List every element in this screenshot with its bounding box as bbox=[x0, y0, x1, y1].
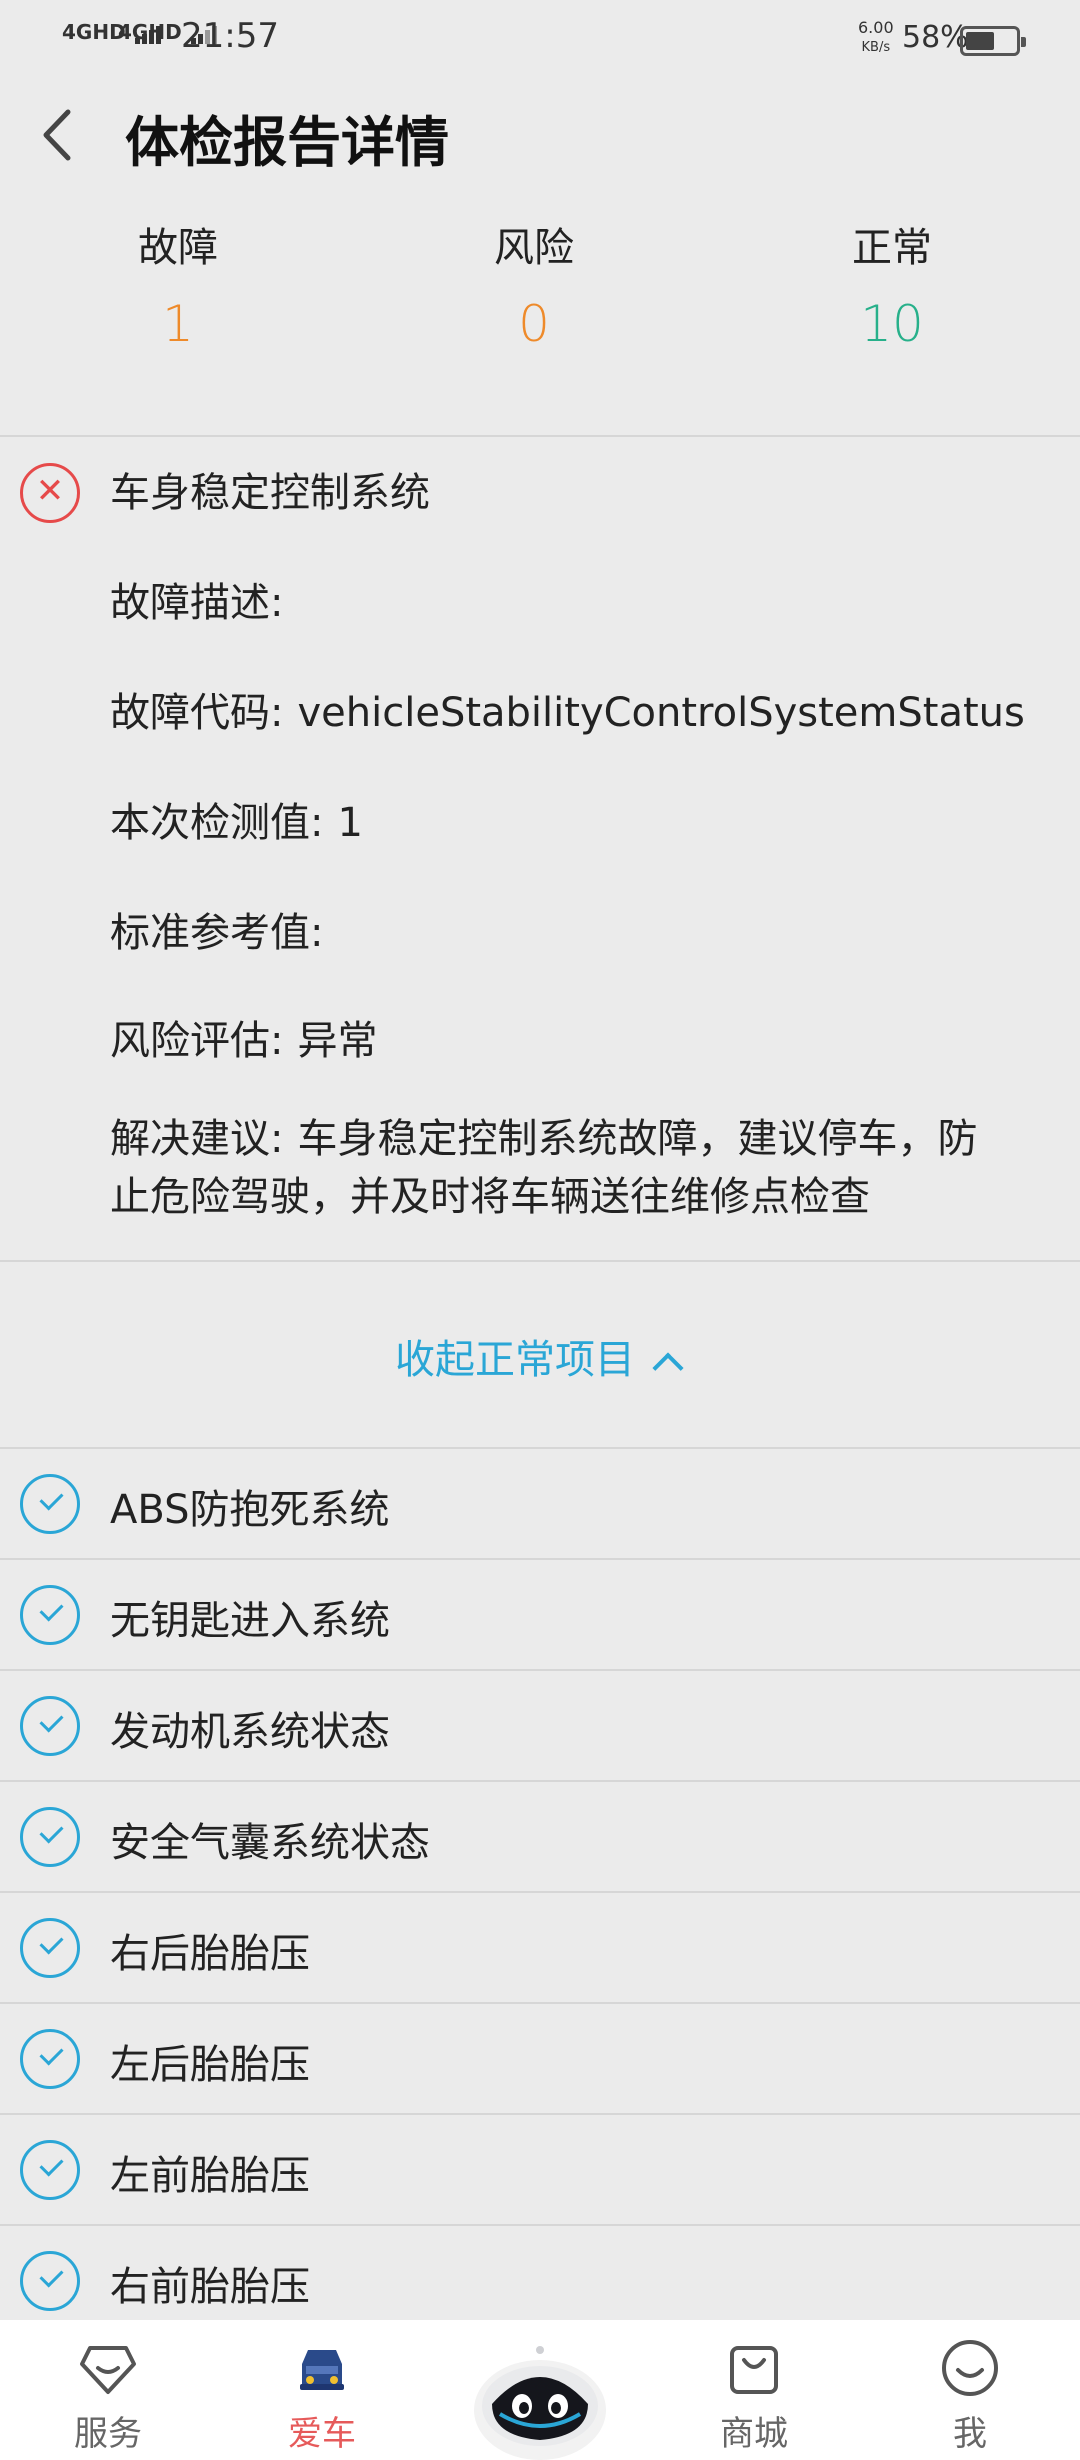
battery-percent: 58% bbox=[902, 20, 969, 55]
measured-value-label: 本次检测值: bbox=[110, 800, 324, 846]
list-item[interactable]: 安全气囊系统状态 bbox=[0, 1780, 1080, 1891]
nav-car-label: 爱车 bbox=[288, 2414, 356, 2454]
nav-service-label: 服务 bbox=[74, 2414, 142, 2454]
check-icon bbox=[20, 2140, 80, 2200]
clock: 21:57 bbox=[181, 16, 279, 56]
fault-error-icon: ✕ bbox=[20, 463, 80, 523]
check-icon bbox=[20, 1696, 80, 1756]
smile-profile-icon bbox=[942, 2340, 998, 2396]
fault-count: 1 bbox=[162, 295, 194, 353]
summary-normal: 正常 10 bbox=[792, 215, 992, 353]
solution-advice-label: 解决建议: bbox=[110, 1116, 284, 1162]
net-speed: 6.00 KB/s bbox=[858, 18, 894, 58]
fault-code: 故障代码: vehicleStabilityControlSystemStatus bbox=[110, 680, 1025, 738]
list-item-label: 安全气囊系统状态 bbox=[110, 1820, 430, 1866]
status-bar: 4GHD 4GHD 21:57 6.00 KB/s 58% bbox=[0, 0, 1080, 80]
risk-assessment-label: 风险评估: bbox=[110, 1018, 284, 1064]
back-arrow-icon bbox=[43, 109, 71, 161]
list-item[interactable]: 右前胎胎压 bbox=[0, 2224, 1080, 2335]
list-item[interactable]: 左前胎胎压 bbox=[0, 2113, 1080, 2224]
check-icon bbox=[20, 1585, 80, 1645]
fault-label: 故障 bbox=[138, 225, 218, 271]
list-item-label: ABS防抱死系统 bbox=[110, 1487, 390, 1533]
reference-value-label: 标准参考值: bbox=[110, 910, 324, 956]
check-icon bbox=[20, 1807, 80, 1867]
page-title: 体检报告详情 bbox=[125, 111, 449, 174]
list-item[interactable]: 右后胎胎压 bbox=[0, 1891, 1080, 2002]
risk-assessment: 风险评估: 异常 bbox=[110, 1008, 377, 1066]
check-icon bbox=[20, 1918, 80, 1978]
fault-description-label: 故障描述: bbox=[110, 580, 284, 626]
check-icon bbox=[20, 1474, 80, 1534]
list-item-label: 左后胎胎压 bbox=[110, 2042, 310, 2088]
reference-value: 标准参考值: bbox=[110, 900, 323, 958]
nav-me[interactable]: 我 bbox=[900, 2320, 1040, 2460]
list-item-label: 左前胎胎压 bbox=[110, 2153, 310, 2199]
bottom-nav: 服务 爱车 商城 我 bbox=[0, 2320, 1080, 2460]
summary-fault: 故障 1 bbox=[78, 215, 278, 353]
back-button[interactable] bbox=[30, 100, 90, 170]
car-icon bbox=[300, 2350, 344, 2390]
nav-mall-label: 商城 bbox=[720, 2414, 788, 2454]
shopping-bag-icon bbox=[730, 2346, 778, 2394]
header: 体检报告详情 bbox=[0, 80, 1080, 190]
nav-service[interactable]: 服务 bbox=[38, 2320, 178, 2460]
list-item-label: 右后胎胎压 bbox=[110, 1931, 310, 1977]
risk-label: 风险 bbox=[494, 225, 574, 271]
fault-description: 故障描述: bbox=[110, 570, 283, 628]
list-item-label: 右前胎胎压 bbox=[110, 2264, 310, 2310]
net-speed-unit: KB/s bbox=[861, 40, 891, 55]
check-icon bbox=[20, 2029, 80, 2089]
chevron-up-icon bbox=[652, 1352, 684, 1384]
list-item[interactable]: 左后胎胎压 bbox=[0, 2002, 1080, 2113]
list-item-label: 无钥匙进入系统 bbox=[110, 1598, 390, 1644]
service-icon bbox=[80, 2346, 136, 2394]
normal-label: 正常 bbox=[852, 225, 932, 271]
summary: 故障 1 风险 0 正常 10 bbox=[0, 215, 1080, 365]
nav-me-label: 我 bbox=[953, 2414, 987, 2454]
list-item[interactable]: 无钥匙进入系统 bbox=[0, 1558, 1080, 1669]
robot-icon bbox=[474, 2346, 606, 2460]
list-item[interactable]: 发动机系统状态 bbox=[0, 1669, 1080, 1780]
battery-icon bbox=[960, 26, 1026, 56]
nav-car[interactable]: 爱车 bbox=[252, 2320, 392, 2460]
solution-advice: 解决建议: 车身稳定控制系统故障，建议停车，防止危险驾驶，并及时将车辆送往维修点检… bbox=[110, 1110, 990, 1226]
assistant-robot-button[interactable] bbox=[470, 2340, 610, 2460]
collapse-label: 收起正常项目 bbox=[395, 1337, 635, 1383]
net-speed-value: 6.00 bbox=[858, 18, 894, 37]
list-item[interactable]: ABS防抱死系统 bbox=[0, 1447, 1080, 1558]
divider bbox=[0, 435, 1080, 437]
summary-risk: 风险 0 bbox=[434, 215, 634, 353]
fault-title: 车身稳定控制系统 bbox=[110, 470, 430, 516]
signal-2-label: 4GHD bbox=[118, 20, 182, 44]
measured-value-text: 1 bbox=[337, 800, 363, 846]
check-icon bbox=[20, 2251, 80, 2311]
collapse-section: 收起正常项目 bbox=[0, 1262, 1080, 1447]
screen: 4GHD 4GHD 21:57 6.00 KB/s 58% 体检报告详情 故障 bbox=[0, 0, 1080, 2460]
fault-code-label: 故障代码: bbox=[110, 690, 284, 736]
measured-value: 本次检测值: 1 bbox=[110, 790, 363, 848]
nav-mall[interactable]: 商城 bbox=[684, 2320, 824, 2460]
risk-count: 0 bbox=[518, 295, 550, 353]
signal-1-label: 4GHD bbox=[62, 20, 126, 44]
list-item-label: 发动机系统状态 bbox=[110, 1709, 390, 1755]
risk-assessment-value: 异常 bbox=[297, 1018, 378, 1064]
normal-items-list: ABS防抱死系统 无钥匙进入系统 发动机系统状态 安全气囊系统状态 右后胎胎压 … bbox=[0, 1447, 1080, 2335]
collapse-normal-items-button[interactable]: 收起正常项目 bbox=[395, 1327, 684, 1385]
normal-count: 10 bbox=[860, 295, 924, 353]
fault-code-value: vehicleStabilityControlSystemStatus bbox=[297, 690, 1025, 736]
